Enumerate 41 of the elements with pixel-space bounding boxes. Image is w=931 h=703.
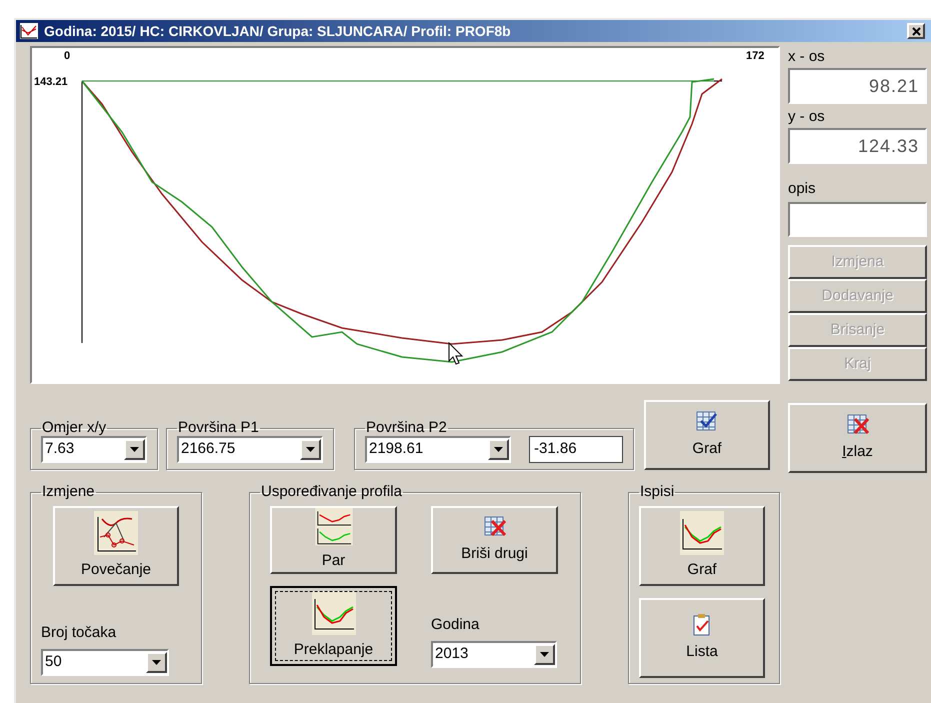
- group-label: Uspoređivanje profila: [260, 484, 403, 500]
- grid-cross-icon: [846, 412, 870, 437]
- toolbar-button[interactable]: Graf: [639, 506, 765, 586]
- coordinate-field[interactable]: 98.21: [788, 68, 927, 104]
- toolbar-button[interactable]: Izlaz: [788, 403, 927, 473]
- toolbar-button[interactable]: Preklapanje: [270, 586, 397, 666]
- field-label: Godina: [431, 615, 480, 635]
- window-title: Godina: 2015/ HC: CIRKOVLJAN/ Grupa: SLJUNCARA/ Profil: PROF8b: [44, 22, 512, 41]
- overlay-chart-icon: [312, 590, 356, 635]
- zoom-chart-icon: [94, 510, 138, 555]
- close-button[interactable]: [907, 23, 925, 39]
- group-label: Omjer x/y: [41, 420, 108, 436]
- group-label: Površina P2: [365, 420, 448, 436]
- grid-cross-icon: [482, 514, 506, 539]
- overlay-chart-icon: [680, 510, 724, 555]
- group-label: Izmjene: [41, 484, 96, 500]
- dropdown-field[interactable]: 2166.75: [177, 436, 323, 463]
- close-icon: [912, 26, 920, 36]
- dropdown-field[interactable]: 50: [41, 648, 169, 676]
- toolbar-button[interactable]: Par: [270, 506, 397, 574]
- field-label: y - os: [788, 108, 826, 126]
- description-field[interactable]: [788, 202, 927, 237]
- field-label: Broj točaka: [41, 623, 118, 643]
- group-label: Površina P1: [177, 420, 260, 436]
- difference-field[interactable]: -31.86: [529, 436, 623, 463]
- field-label: opis: [788, 180, 817, 198]
- toolbar-button[interactable]: Lista: [639, 598, 765, 678]
- cursor-icon: [448, 342, 464, 366]
- axis-label: 0: [64, 49, 70, 64]
- toolbar-button[interactable]: Briši drugi: [431, 506, 558, 574]
- toolbar-button[interactable]: Povečanje: [53, 506, 179, 586]
- axis-label: 143.21: [34, 75, 68, 90]
- coordinate-field[interactable]: 124.33: [788, 128, 927, 164]
- group-label: Ispisi: [639, 484, 676, 500]
- dropdown-field[interactable]: 2198.61: [365, 436, 511, 463]
- dropdown-field[interactable]: 7.63: [41, 436, 147, 463]
- toolbar-button[interactable]: Graf: [644, 400, 770, 470]
- field-label: x - os: [788, 48, 826, 66]
- dropdown-field[interactable]: 2013: [431, 640, 557, 668]
- axis-label: 172: [746, 49, 764, 64]
- chart-icon: [20, 23, 38, 39]
